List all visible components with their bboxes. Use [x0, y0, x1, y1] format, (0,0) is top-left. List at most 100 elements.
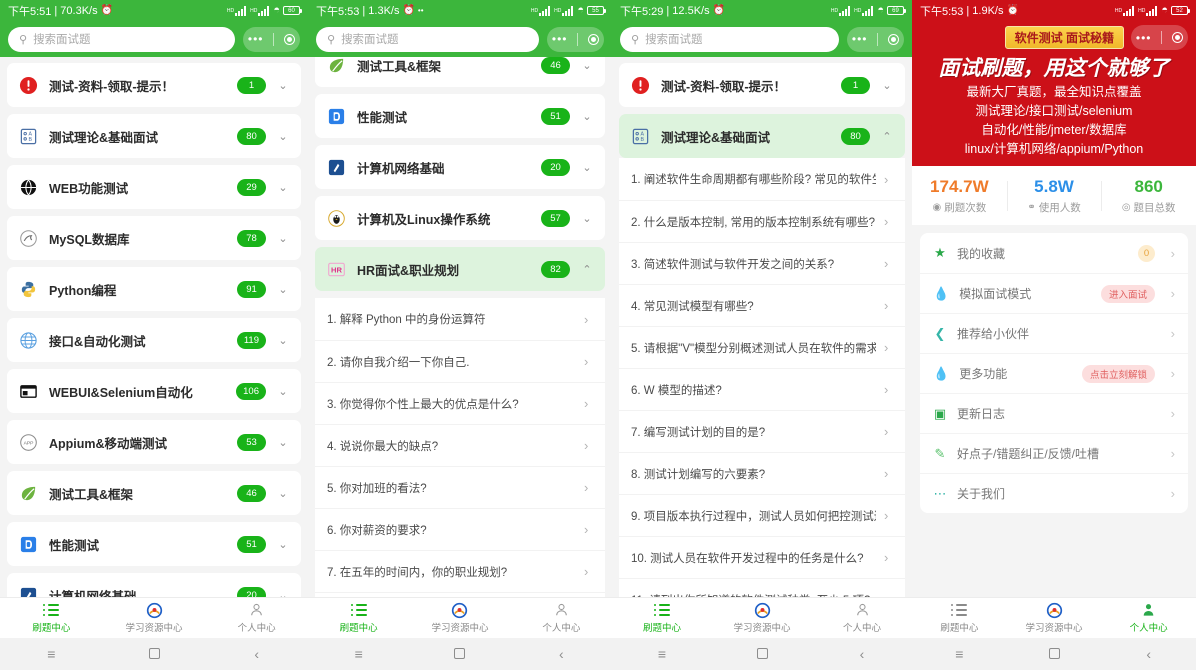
category-list-3[interactable]: 测试-资料-领取-提示！ 1 ⌄ AB 测试理论&基础面试 80 ⌃ 1. 阐述: [612, 57, 912, 597]
category-card[interactable]: 计算机及Linux操作系统 57 ⌄: [315, 196, 605, 240]
category-card-open[interactable]: HR HR面试&职业规划 82 ⌃: [315, 247, 605, 291]
close-target-icon[interactable]: [888, 33, 900, 45]
question-row[interactable]: 7. 编写测试计划的目的是? ›: [619, 410, 905, 452]
chevron-down-icon[interactable]: ⌄: [276, 283, 290, 296]
category-card[interactable]: WEBUI&Selenium自动化 106 ⌄: [7, 369, 301, 413]
search-input[interactable]: ⚲ 搜索面试题: [316, 26, 539, 52]
category-card[interactable]: WEB功能测试 29 ⌄: [7, 165, 301, 209]
mini-program-capsule[interactable]: •••: [547, 26, 604, 52]
chevron-right-icon[interactable]: ›: [884, 214, 894, 229]
tab-personal-center[interactable]: 个人中心: [812, 598, 912, 638]
bottom-tab-bar-4[interactable]: 刷题中心 学习资源中心 个人中心: [912, 597, 1196, 638]
chevron-right-icon[interactable]: ›: [1165, 366, 1175, 381]
question-row[interactable]: 1. 解释 Python 中的身份运算符 ›: [315, 298, 605, 340]
menu-item-changelog[interactable]: ▣ 更新日志 ›: [920, 393, 1188, 433]
category-row[interactable]: Python编程 91 ⌄: [7, 267, 301, 311]
close-target-icon[interactable]: [1172, 32, 1184, 43]
question-list-3[interactable]: 1. 阐述软件生命周期都有哪些阶段? 常见的软件生 › 2. 什么是版本控制, …: [619, 158, 905, 597]
search-input[interactable]: ⚲ 搜索面试题: [8, 26, 235, 52]
chevron-down-icon[interactable]: ⌄: [276, 130, 290, 143]
chevron-down-icon[interactable]: ⌄: [276, 589, 290, 598]
category-row[interactable]: WEB功能测试 29 ⌄: [7, 165, 301, 209]
category-card[interactable]: 接口&自动化测试 119 ⌄: [7, 318, 301, 362]
nav-menu-button[interactable]: ≡: [308, 646, 409, 662]
category-row[interactable]: 计算机网络基础 20 ⌄: [315, 145, 605, 189]
tab-personal-center[interactable]: 个人中心: [511, 598, 612, 638]
chevron-down-icon[interactable]: ⌄: [276, 232, 290, 245]
question-row[interactable]: 6. W 模型的描述? ›: [619, 368, 905, 410]
question-row[interactable]: 5. 你对加班的看法? ›: [315, 466, 605, 508]
android-nav-bar-4[interactable]: ≡ ‹: [912, 638, 1196, 670]
question-row[interactable]: 5. 请根据"V"模型分别概述测试人员在软件的需求 ›: [619, 326, 905, 368]
chevron-right-icon[interactable]: ›: [884, 550, 894, 565]
question-list-2[interactable]: 1. 解释 Python 中的身份运算符 › 2. 请你自我介绍一下你自己. ›…: [315, 298, 605, 597]
category-card[interactable]: 测试工具&框架 46 ⌄: [315, 57, 605, 87]
menu-item-mock-interview[interactable]: 💧 模拟面试模式 进入面试 ›: [920, 273, 1188, 313]
nav-home-button[interactable]: [409, 646, 510, 662]
chevron-right-icon[interactable]: ›: [584, 438, 594, 453]
category-row[interactable]: 测试工具&框架 46 ⌄: [7, 471, 301, 515]
nav-menu-button[interactable]: ≡: [0, 646, 103, 662]
bottom-tab-bar-1[interactable]: 刷题中心 学习资源中心 个人中心: [0, 597, 308, 638]
unlock-pill[interactable]: 点击立刻解锁: [1081, 364, 1155, 383]
tab-brush-center[interactable]: 刷题中心: [308, 598, 409, 638]
mini-program-capsule[interactable]: •••: [243, 26, 300, 52]
category-row[interactable]: HR HR面试&职业规划 82 ⌃: [315, 247, 605, 291]
category-row[interactable]: AB 测试理论&基础面试 80 ⌄: [7, 114, 301, 158]
category-list-2[interactable]: 测试工具&框架 46 ⌄ 性能测试 51 ⌄ 计算机网络基础 20 ⌄ 计算机及…: [308, 57, 612, 597]
chevron-down-icon[interactable]: ⌄: [276, 79, 290, 92]
category-row[interactable]: 性能测试 51 ⌄: [315, 94, 605, 138]
chevron-right-icon[interactable]: ›: [884, 424, 894, 439]
chevron-right-icon[interactable]: ›: [1165, 486, 1175, 501]
chevron-down-icon[interactable]: ⌄: [276, 385, 290, 398]
category-row[interactable]: 计算机网络基础 20 ⌄: [7, 573, 301, 597]
search-input[interactable]: ⚲ 搜索面试题: [620, 26, 839, 52]
tab-personal-center[interactable]: 个人中心: [205, 598, 308, 638]
android-nav-bar-2[interactable]: ≡ ‹: [308, 638, 612, 670]
bottom-tab-bar-3[interactable]: 刷题中心 学习资源中心 个人中心: [612, 597, 912, 638]
chevron-right-icon[interactable]: ›: [884, 508, 894, 523]
chevron-right-icon[interactable]: ›: [884, 466, 894, 481]
nav-home-button[interactable]: [712, 646, 812, 662]
menu-card[interactable]: ★ 我的收藏 0 › 💧 模拟面试模式 进入面试 › ❮ 推荐给小伙伴 › 💧 …: [920, 233, 1188, 513]
nav-home-button[interactable]: [103, 646, 206, 662]
close-target-icon[interactable]: [588, 33, 600, 45]
tab-learning-resources[interactable]: 学习资源中心: [1007, 598, 1102, 638]
menu-item-feedback[interactable]: ✎ 好点子/错题纠正/反馈/吐槽 ›: [920, 433, 1188, 473]
nav-back-button[interactable]: ‹: [511, 646, 612, 662]
chevron-right-icon[interactable]: ›: [584, 564, 594, 579]
tab-personal-center[interactable]: 个人中心: [1101, 598, 1196, 638]
category-card-open[interactable]: AB 测试理论&基础面试 80 ⌃: [619, 114, 905, 158]
category-card[interactable]: 测试工具&框架 46 ⌄: [7, 471, 301, 515]
tab-learning-resources[interactable]: 学习资源中心: [712, 598, 812, 638]
chevron-right-icon[interactable]: ›: [584, 354, 594, 369]
question-row[interactable]: 4. 常见测试模型有哪些? ›: [619, 284, 905, 326]
category-card[interactable]: 测试-资料-领取-提示！ 1 ⌄: [619, 63, 905, 107]
tab-brush-center[interactable]: 刷题中心: [0, 598, 103, 638]
category-card[interactable]: 性能测试 51 ⌄: [7, 522, 301, 566]
category-card[interactable]: MySQL数据库 78 ⌄: [7, 216, 301, 260]
mini-program-capsule[interactable]: •••: [1131, 25, 1188, 50]
category-row[interactable]: 计算机及Linux操作系统 57 ⌄: [315, 196, 605, 240]
menu-item-about[interactable]: ⋯ 关于我们 ›: [920, 473, 1188, 513]
more-icon[interactable]: •••: [248, 33, 264, 45]
chevron-right-icon[interactable]: ›: [584, 396, 594, 411]
chevron-down-icon[interactable]: ⌄: [580, 212, 594, 225]
chevron-down-icon[interactable]: ⌄: [580, 110, 594, 123]
menu-list[interactable]: ★ 我的收藏 0 › 💧 模拟面试模式 进入面试 › ❮ 推荐给小伙伴 › 💧 …: [912, 225, 1196, 597]
question-row[interactable]: 1. 阐述软件生命周期都有哪些阶段? 常见的软件生 ›: [619, 158, 905, 200]
tab-learning-resources[interactable]: 学习资源中心: [103, 598, 206, 638]
category-card[interactable]: 测试-资料-领取-提示！ 1 ⌄: [7, 63, 301, 107]
category-row[interactable]: 测试-资料-领取-提示！ 1 ⌄: [619, 63, 905, 107]
bottom-tab-bar-2[interactable]: 刷题中心 学习资源中心 个人中心: [308, 597, 612, 638]
category-card[interactable]: 计算机网络基础 20 ⌄: [7, 573, 301, 597]
chevron-right-icon[interactable]: ›: [884, 256, 894, 271]
tab-brush-center[interactable]: 刷题中心: [912, 598, 1007, 638]
category-row[interactable]: AB 测试理论&基础面试 80 ⌃: [619, 114, 905, 158]
nav-back-button[interactable]: ‹: [205, 646, 308, 662]
category-row[interactable]: 测试-资料-领取-提示！ 1 ⌄: [7, 63, 301, 107]
enter-interview-pill[interactable]: 进入面试: [1100, 284, 1155, 303]
more-icon[interactable]: •••: [852, 33, 868, 45]
category-card[interactable]: 计算机网络基础 20 ⌄: [315, 145, 605, 189]
android-nav-bar-1[interactable]: ≡ ‹: [0, 638, 308, 670]
